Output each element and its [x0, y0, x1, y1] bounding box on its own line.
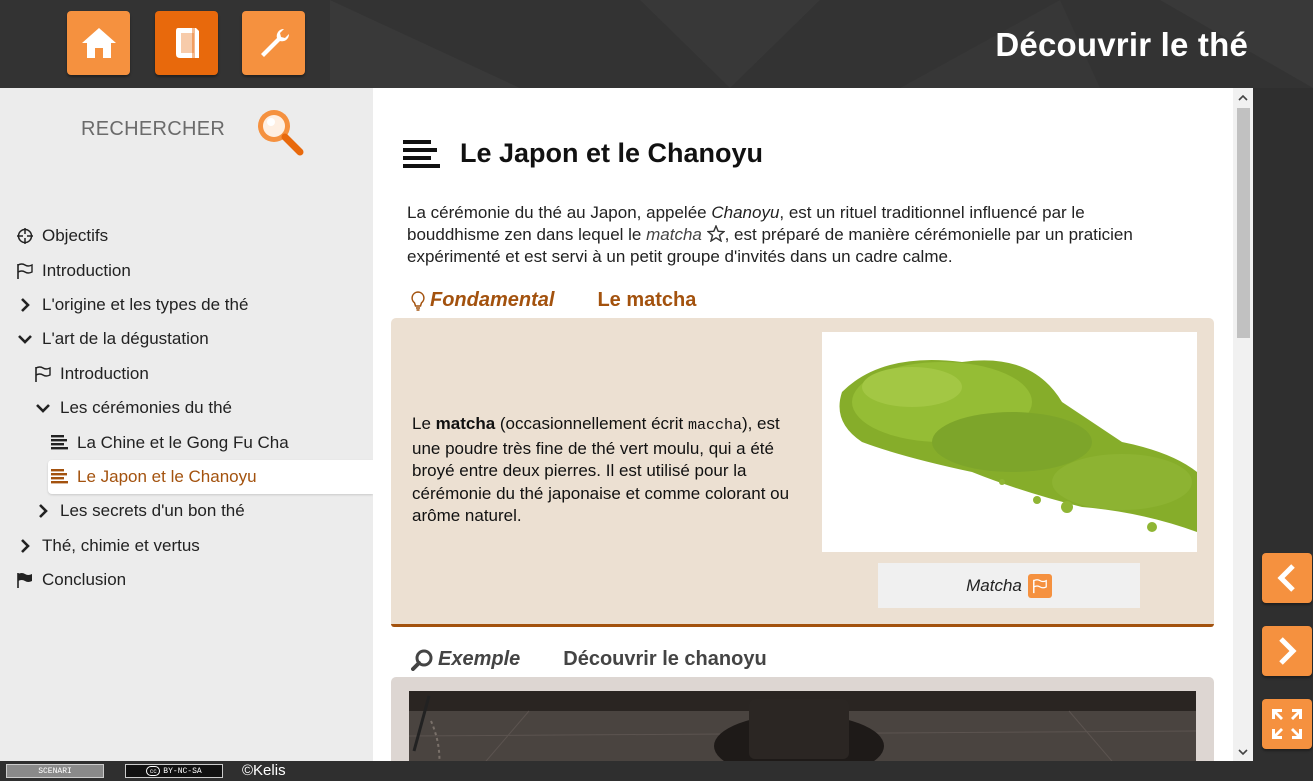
scroll-thumb[interactable] [1237, 108, 1250, 338]
fondamental-box: Le matcha (occasionnellement écrit macch… [391, 318, 1214, 627]
scenari-badge[interactable]: SCENARI [6, 764, 104, 778]
nav-item-japon-active[interactable]: Le Japon et le Chanoyu [48, 459, 373, 495]
nav-tree: Objectifs Introduction L'origine et les … [0, 219, 373, 597]
site-title: Découvrir le thé [995, 26, 1248, 63]
content-panel: Le Japon et le Chanoyu La cérémonie du t… [373, 88, 1253, 761]
nav-item-label: L'origine et les types de thé [42, 294, 249, 314]
nav-item-degustation[interactable]: L'art de la dégustation [0, 322, 373, 356]
tools-button[interactable] [242, 11, 305, 75]
matcha-image[interactable] [822, 332, 1197, 552]
fond-term-matcha: matcha [435, 414, 496, 433]
nav-item-conclusion[interactable]: Conclusion [0, 563, 373, 597]
image-caption: Matcha [878, 563, 1140, 608]
lines-icon [403, 140, 440, 168]
nav-item-origine[interactable]: L'origine et les types de thé [0, 288, 373, 322]
fondamental-header: Fondamental Le matcha [411, 289, 696, 312]
wrench-icon [260, 28, 289, 57]
exemple-header: Exemple Découvrir le chanoyu [411, 648, 767, 671]
exemple-label: Exemple [438, 648, 521, 670]
lines-icon [49, 434, 71, 452]
flag-outline-icon [32, 365, 54, 383]
nav-item-chimie[interactable]: Thé, chimie et vertus [0, 529, 373, 563]
copyright-text: ©Kelis [242, 762, 286, 779]
caption-text: Matcha [966, 575, 1022, 595]
magnifier-icon [411, 649, 433, 671]
nav-item-label: Introduction [60, 363, 149, 383]
flag-filled-icon [14, 571, 36, 589]
nav-item-objectifs[interactable]: Objectifs [0, 219, 373, 253]
sidebar: RECHERCHER Objectifs Introduction L'orig… [0, 88, 373, 761]
license-badge-text: BY-NC-SA [163, 766, 202, 776]
footer: SCENARI cc BY-NC-SA ©Kelis [0, 761, 1313, 781]
chevron-right-icon [32, 502, 54, 520]
nav-item-chine[interactable]: La Chine et le Gong Fu Cha [0, 425, 373, 459]
header: Découvrir le thé [0, 0, 1313, 88]
nav-item-introduction-2[interactable]: Introduction [0, 357, 373, 391]
nav-item-label: Objectifs [42, 226, 109, 246]
license-badge[interactable]: cc BY-NC-SA [125, 764, 223, 778]
expand-icon [1272, 709, 1302, 739]
chevron-right-icon [14, 296, 36, 314]
cc-icon: cc [146, 766, 161, 776]
book-button[interactable] [155, 11, 218, 75]
chevron-right-icon [14, 537, 36, 555]
fond-text-part: Le [412, 414, 436, 433]
exemple-box [391, 677, 1214, 761]
intro-term-chanoyu: Chanoyu [711, 203, 780, 222]
lightbulb-icon [411, 290, 425, 311]
fondamental-label: Fondamental [430, 289, 555, 311]
nav-item-label: Introduction [42, 260, 131, 280]
nav-item-secrets[interactable]: Les secrets d'un bon thé [0, 494, 373, 528]
fondamental-title: Le matcha [597, 289, 697, 311]
chevron-down-icon [32, 399, 54, 417]
nav-item-label: Les secrets d'un bon thé [60, 501, 245, 521]
chevron-right-icon [1279, 637, 1297, 665]
nav-item-label: L'art de la dégustation [42, 329, 209, 349]
book-icon [175, 28, 199, 58]
home-icon [81, 28, 116, 58]
chevron-left-icon [1277, 564, 1295, 592]
chanoyu-image[interactable] [409, 691, 1196, 761]
previous-button[interactable] [1262, 553, 1312, 603]
home-button[interactable] [67, 11, 130, 75]
flag-outline-icon [14, 262, 36, 280]
intro-paragraph: La cérémonie du thé au Japon, appelée Ch… [407, 202, 1167, 268]
intro-text: La cérémonie du thé au Japon, appelée [407, 203, 712, 222]
page-title: Le Japon et le Chanoyu [460, 138, 764, 168]
fondamental-text: Le matcha (occasionnellement écrit macch… [412, 413, 802, 528]
glossary-term-matcha[interactable]: matcha [646, 225, 702, 244]
fond-text-part: (occasionnellement écrit [495, 414, 688, 433]
fond-term-maccha: maccha [687, 417, 742, 434]
nav-item-label: Conclusion [42, 570, 127, 590]
next-button[interactable] [1262, 626, 1312, 676]
nav-item-label: Le Japon et le Chanoyu [77, 466, 257, 486]
fullscreen-button[interactable] [1262, 699, 1312, 749]
nav-item-introduction[interactable]: Introduction [0, 253, 373, 287]
search-label[interactable]: RECHERCHER [81, 118, 225, 141]
search-icon[interactable] [254, 106, 306, 158]
nav-item-label: Thé, chimie et vertus [42, 535, 200, 555]
target-icon [14, 227, 36, 245]
nav-item-ceremonies[interactable]: Les cérémonies du thé [0, 391, 373, 425]
content-scrollbar[interactable] [1233, 88, 1253, 761]
chevron-down-icon [14, 330, 36, 348]
lines-icon [49, 468, 71, 486]
scroll-up-icon[interactable] [1233, 88, 1253, 106]
scenari-badge-text: SCENARI [38, 766, 72, 776]
nav-item-label: La Chine et le Gong Fu Cha [77, 432, 289, 452]
nav-item-label: Les cérémonies du thé [60, 398, 232, 418]
exemple-title: Découvrir le chanoyu [563, 648, 767, 670]
scroll-down-icon[interactable] [1233, 743, 1253, 761]
star-icon[interactable] [705, 224, 726, 243]
flag-outline-icon[interactable] [1027, 573, 1052, 598]
